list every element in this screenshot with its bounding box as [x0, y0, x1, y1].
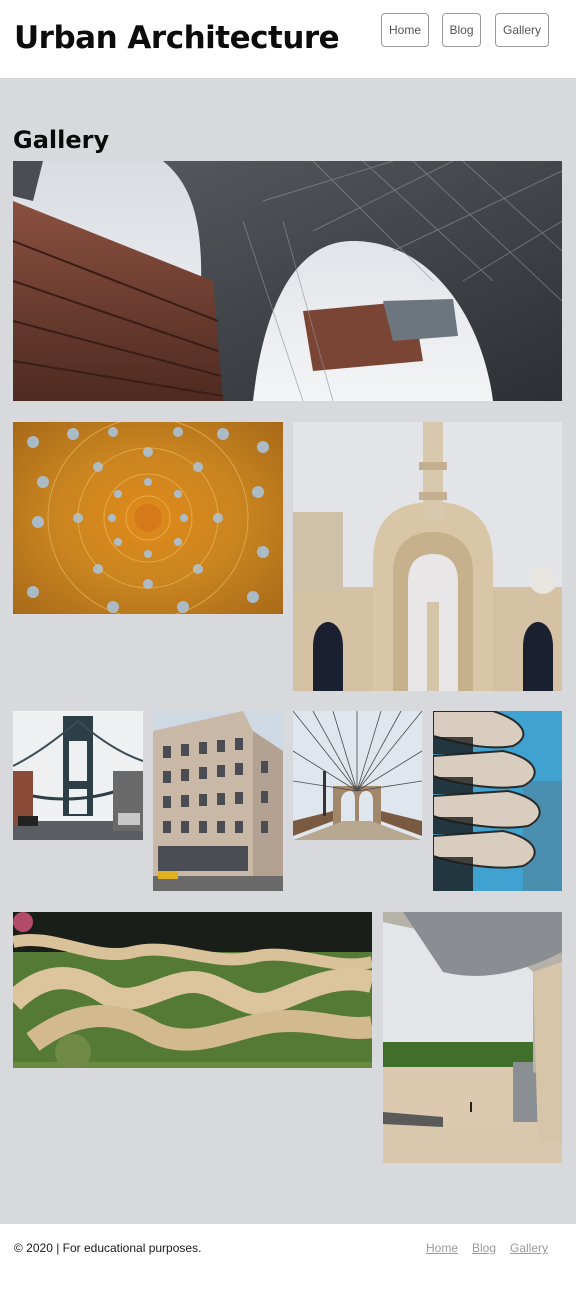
gallery-photo-curved-balconies[interactable] — [433, 711, 562, 891]
gallery-photo-historic-building[interactable] — [153, 711, 283, 891]
site-header: Urban Architecture Home Blog Gallery — [0, 0, 576, 79]
footer-link-gallery[interactable]: Gallery — [510, 1241, 548, 1255]
brooklyn-bridge-image — [293, 711, 422, 840]
site-footer: © 2020 | For educational purposes. Home … — [0, 1224, 576, 1292]
nav-home-button[interactable]: Home — [381, 13, 429, 47]
curved-balconies-image — [433, 711, 562, 891]
copyright-text: © 2020 | For educational purposes. — [14, 1241, 202, 1255]
gallery-heading: Gallery — [13, 126, 110, 154]
gallery-photo-golden-dome[interactable] — [13, 422, 283, 614]
nav-gallery-button[interactable]: Gallery — [495, 13, 549, 47]
golden-dome-image — [13, 422, 283, 614]
modern-arch-image — [13, 161, 562, 401]
footer-link-blog[interactable]: Blog — [472, 1241, 496, 1255]
gallery-photo-wooden-pavilion[interactable] — [13, 912, 372, 1068]
manhattan-bridge-image — [13, 711, 143, 840]
gallery-photo-brooklyn-bridge[interactable] — [293, 711, 422, 840]
gallery-section: Gallery — [0, 79, 576, 1224]
footer-link-home[interactable]: Home — [426, 1241, 458, 1255]
site-title: Urban Architecture — [14, 20, 340, 56]
glass-museum-image — [383, 912, 562, 1163]
nav-blog-button[interactable]: Blog — [442, 13, 481, 47]
gallery-photo-glass-museum[interactable] — [383, 912, 562, 1163]
gallery-photo-modern-arch[interactable] — [13, 161, 562, 401]
gallery-photo-manhattan-bridge[interactable] — [13, 711, 143, 840]
mosque-image — [293, 422, 562, 691]
gallery-photo-mosque[interactable] — [293, 422, 562, 691]
historic-building-image — [153, 711, 283, 891]
wooden-pavilion-image — [13, 912, 372, 1068]
